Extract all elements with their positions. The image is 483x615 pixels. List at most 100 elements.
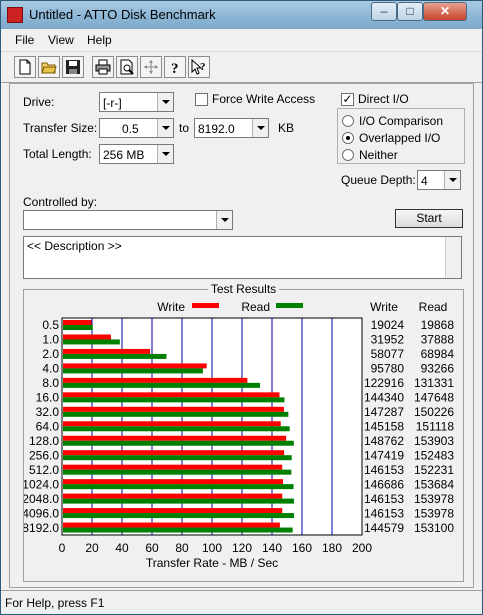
description-textarea[interactable]: << Description >> [23, 236, 462, 279]
menu-help[interactable]: Help [87, 33, 112, 47]
transfer-size-label: 1.0 [42, 333, 59, 347]
overlapped-io-label[interactable]: Overlapped I/O [359, 131, 440, 145]
write-value: 19024 [371, 318, 405, 332]
read-value: 152231 [414, 463, 454, 477]
read-value: 153978 [414, 492, 454, 506]
x-tick-label: 160 [292, 541, 312, 555]
menu-bar: File View Help [1, 30, 482, 50]
open-button[interactable] [38, 56, 60, 78]
maximize-button[interactable]: □ [397, 2, 423, 21]
write-value: 31952 [371, 333, 405, 347]
total-length-value: 256 MB [103, 148, 145, 162]
description-scrollbar[interactable] [445, 237, 461, 278]
read-bar [63, 469, 292, 475]
print-preview-icon [120, 59, 134, 75]
close-button[interactable]: ✕ [423, 2, 467, 21]
help-icon: ? [171, 61, 179, 75]
x-axis-label: Transfer Rate - MB / Sec [146, 556, 278, 570]
legend-read-swatch [276, 303, 303, 308]
write-column-header: Write [370, 300, 398, 314]
chevron-down-icon[interactable] [157, 145, 173, 163]
legend-write-label: Write [157, 300, 185, 314]
transfer-from-value: 0.5 [122, 122, 139, 136]
read-value: 93266 [421, 362, 455, 376]
save-button[interactable] [62, 56, 84, 78]
transfer-from-select[interactable]: 0.5 [99, 118, 174, 138]
menu-file[interactable]: File [15, 33, 34, 47]
transfer-size-label: 8192.0 [24, 521, 59, 535]
move-icon [144, 60, 158, 74]
chevron-down-icon[interactable] [444, 171, 460, 189]
read-bar [63, 426, 290, 432]
context-help-button[interactable]: ? [188, 56, 210, 78]
write-bar [63, 493, 283, 499]
chevron-down-icon[interactable] [157, 93, 173, 111]
to-label: to [179, 121, 190, 135]
x-tick-label: 200 [352, 541, 372, 555]
transfer-to-select[interactable]: 8192.0 [194, 118, 269, 138]
print-icon [95, 59, 111, 75]
read-value: 19868 [421, 318, 455, 332]
read-bar [63, 484, 294, 490]
write-bar [63, 479, 284, 485]
read-bar [63, 382, 260, 388]
window-title: Untitled - ATTO Disk Benchmark [29, 7, 216, 22]
x-tick-label: 0 [59, 541, 66, 555]
status-bar: For Help, press F1 [1, 590, 482, 615]
new-button[interactable] [14, 56, 36, 78]
force-write-label[interactable]: Force Write Access [212, 92, 315, 106]
transfer-size-label: Transfer Size: [23, 121, 98, 135]
write-bar [63, 522, 280, 528]
transfer-size-label: 512.0 [29, 463, 59, 477]
direct-io-checkbox[interactable]: ✓ [341, 93, 354, 106]
write-value: 144579 [364, 521, 404, 535]
print-button[interactable] [92, 56, 114, 78]
transfer-size-label: 64.0 [36, 420, 60, 434]
menu-view[interactable]: View [48, 33, 74, 47]
minimize-button[interactable]: – [371, 2, 397, 21]
io-comparison-radio[interactable] [342, 115, 354, 127]
direct-io-label[interactable]: Direct I/O [358, 92, 409, 106]
write-value: 144340 [364, 391, 404, 405]
read-value: 152483 [414, 448, 454, 462]
transfer-size-label: 1024.0 [24, 477, 59, 491]
results-chart: 0 20 40 60 80 100 120 140 160 180 200 Transfer Rate… [24, 300, 455, 570]
read-bar [63, 440, 294, 446]
controlled-by-select[interactable] [23, 210, 233, 230]
read-value: 153903 [414, 434, 454, 448]
open-icon [41, 62, 57, 74]
write-bar [63, 392, 280, 398]
new-icon [19, 59, 31, 75]
print-preview-button[interactable] [116, 56, 138, 78]
read-bar [63, 325, 93, 330]
io-mode-group: I/O Comparison Overlapped I/O Neither [337, 108, 465, 164]
chevron-down-icon[interactable] [216, 211, 232, 229]
neither-radio[interactable] [342, 149, 354, 161]
io-comparison-label[interactable]: I/O Comparison [359, 114, 443, 128]
neither-label[interactable]: Neither [359, 148, 398, 162]
drive-label: Drive: [23, 95, 55, 109]
force-write-checkbox[interactable] [195, 93, 208, 106]
overlapped-io-radio[interactable] [342, 132, 354, 144]
start-button[interactable]: Start [395, 209, 463, 228]
write-bar [63, 334, 111, 340]
chevron-down-icon[interactable] [252, 119, 268, 137]
help-button[interactable]: ? [164, 56, 186, 78]
write-value: 95780 [371, 362, 405, 376]
x-tick-label: 60 [145, 541, 159, 555]
write-value: 146686 [364, 477, 404, 491]
total-length-select[interactable]: 256 MB [99, 144, 174, 164]
transfer-size-label: 32.0 [36, 405, 60, 419]
move-button[interactable] [140, 56, 162, 78]
title-bar[interactable]: Untitled - ATTO Disk Benchmark – □ ✕ [1, 1, 482, 29]
write-value: 145158 [364, 420, 404, 434]
read-value: 68984 [421, 347, 455, 361]
write-bar [63, 435, 287, 441]
transfer-size-label: 2.0 [42, 347, 59, 361]
app-window: Untitled - ATTO Disk Benchmark – □ ✕ Fil… [0, 0, 483, 615]
chevron-down-icon[interactable] [157, 119, 173, 137]
drive-select[interactable]: [-r-] [99, 92, 174, 112]
queue-depth-select[interactable]: 4 [417, 170, 461, 190]
read-value: 153978 [414, 506, 454, 520]
read-column-header: Read [419, 300, 448, 314]
